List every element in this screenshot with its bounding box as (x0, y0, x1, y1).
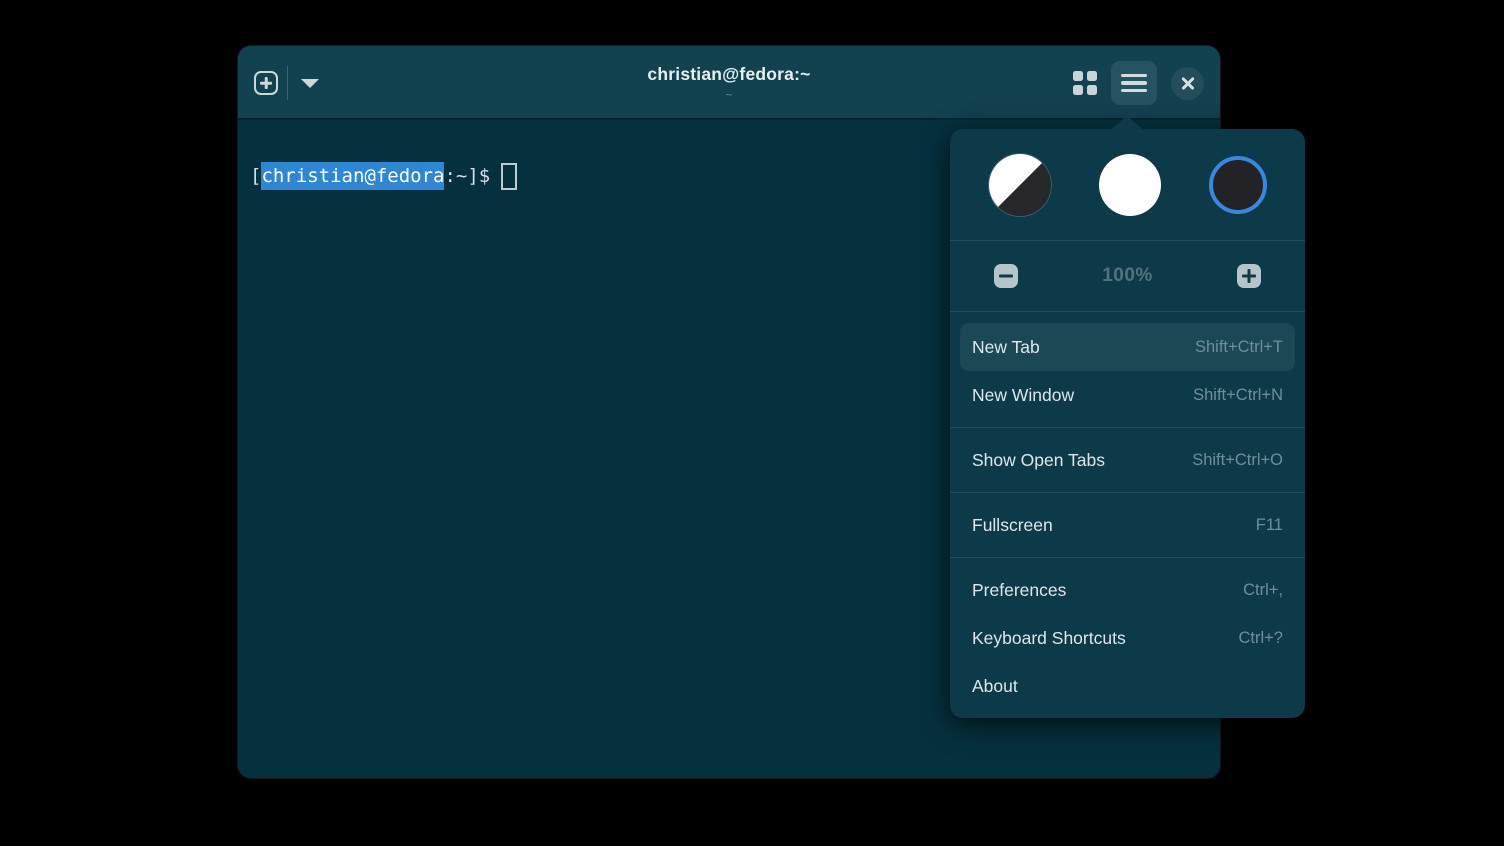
window-title: christian@fedora:~ (647, 64, 810, 85)
menu-item-accel: Ctrl+, (1243, 581, 1283, 600)
new-tab-button[interactable] (254, 71, 278, 95)
menu-item-accel: Shift+Ctrl+O (1192, 451, 1283, 470)
header-right-controls (1073, 46, 1204, 120)
main-menu-button[interactable] (1111, 61, 1157, 105)
close-window-button[interactable] (1171, 67, 1204, 100)
theme-light-icon[interactable] (1099, 154, 1161, 216)
close-icon (1181, 76, 1195, 90)
zoom-level-button[interactable]: 100% (1102, 265, 1153, 287)
zoom-controls-row: 100% (950, 241, 1305, 311)
prompt-open-bracket: [ (250, 162, 261, 190)
theme-selector-row (950, 129, 1305, 240)
terminal-cursor (501, 163, 517, 190)
plus-in-square-icon (254, 71, 278, 95)
header-bar: christian@fedora:~ ~ (238, 46, 1220, 120)
menu-item-accel: F11 (1256, 516, 1283, 535)
menu-item-accel: Ctrl+? (1239, 629, 1283, 648)
menu-item-preferences[interactable]: Preferences Ctrl+, (950, 566, 1305, 614)
theme-follow-system-icon[interactable] (989, 154, 1051, 216)
menu-item-keyboard-shortcuts[interactable]: Keyboard Shortcuts Ctrl+? (950, 614, 1305, 662)
menu-item-show-open-tabs[interactable]: Show Open Tabs Shift+Ctrl+O (950, 436, 1305, 484)
shell-prompt-line: [christian@fedora:~]$ (250, 162, 517, 190)
tab-overview-button[interactable] (1073, 71, 1097, 95)
main-menu-popover: 100% New Tab Shift+Ctrl+T New Window Shi… (950, 129, 1305, 718)
menu-item-accel: Shift+Ctrl+N (1193, 386, 1283, 405)
menu-separator (950, 557, 1305, 558)
menu-item-accel: Shift+Ctrl+T (1195, 338, 1283, 357)
tab-grid-icon (1073, 71, 1097, 95)
menu-separator (950, 427, 1305, 428)
chevron-down-icon (301, 79, 319, 88)
selected-prompt-text: christian@fedora (261, 162, 444, 190)
menu-item-fullscreen[interactable]: Fullscreen F11 (950, 501, 1305, 549)
tab-list-dropdown-button[interactable] (297, 79, 323, 88)
zoom-out-icon (994, 264, 1018, 288)
theme-dark-selected-icon[interactable] (1209, 156, 1267, 214)
menu-item-new-window[interactable]: New Window Shift+Ctrl+N (950, 371, 1305, 419)
menu-list: New Tab Shift+Ctrl+T New Window Shift+Ct… (950, 312, 1305, 710)
hamburger-icon (1121, 74, 1147, 92)
menu-item-label: Fullscreen (972, 515, 1053, 536)
menu-item-label: New Tab (972, 337, 1040, 358)
menu-item-label: Show Open Tabs (972, 450, 1105, 471)
menu-item-label: Keyboard Shortcuts (972, 628, 1126, 649)
menu-item-label: About (972, 676, 1018, 697)
header-separator (287, 66, 288, 100)
window-subtitle: ~ (725, 88, 732, 102)
header-left-controls (254, 46, 323, 120)
menu-separator (950, 492, 1305, 493)
zoom-out-button[interactable] (994, 264, 1018, 288)
menu-item-about[interactable]: About (950, 662, 1305, 710)
menu-item-label: New Window (972, 385, 1074, 406)
prompt-rest: :~]$ (444, 162, 490, 190)
zoom-in-icon (1237, 264, 1261, 288)
menu-item-new-tab[interactable]: New Tab Shift+Ctrl+T (960, 323, 1295, 371)
zoom-in-button[interactable] (1237, 264, 1261, 288)
menu-item-label: Preferences (972, 580, 1066, 601)
